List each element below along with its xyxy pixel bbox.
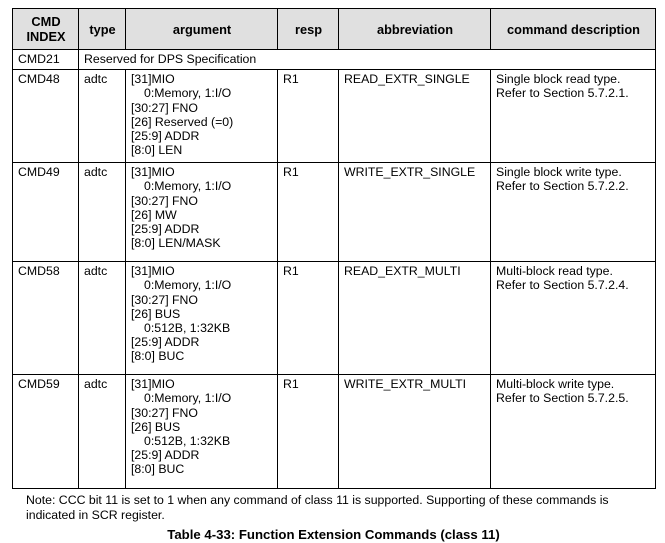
cell-command-description: Multi-block read type. Refer to Section 5… <box>490 261 656 376</box>
document-page: CMD INDEX type argument resp abbreviatio… <box>0 0 665 542</box>
argument-line: [8:0] BUC <box>131 462 185 477</box>
cell-type: adtc <box>78 261 126 376</box>
description-line: Single block write type. <box>496 165 622 180</box>
argument-line: [26] Reserved (=0) <box>131 114 234 129</box>
cell-resp: R1 <box>277 374 339 490</box>
cell-abbreviation: WRITE_EXTR_SINGLE <box>338 162 491 263</box>
argument-line: [26] BUS <box>131 419 181 434</box>
argument-line: [31]MIO <box>131 377 175 392</box>
cell-abbreviation: WRITE_EXTR_MULTI <box>338 374 491 490</box>
argument-line: [25:9] ADDR <box>131 335 200 350</box>
argument-line: [30:27] FNO <box>131 405 198 420</box>
description-line: Multi-block write type. <box>496 377 615 392</box>
cell-type: adtc <box>78 374 126 490</box>
table-header: CMD INDEX type argument resp abbreviatio… <box>12 8 656 50</box>
argument-line: [8:0] LEN/MASK <box>131 236 221 251</box>
description-line-list: Single block write type. Refer to Section… <box>496 165 651 193</box>
description-line: Multi-block read type. <box>496 264 613 279</box>
description-line: Refer to Section 5.7.2.2. <box>496 179 629 194</box>
argument-line: [25:9] ADDR <box>131 448 200 463</box>
cell-command-description: Multi-block write type. Refer to Section … <box>490 374 656 490</box>
argument-line: [26] MW <box>131 207 177 222</box>
column-header-abbreviation: abbreviation <box>338 8 491 50</box>
cell-resp: R1 <box>277 69 339 164</box>
description-line: Refer to Section 5.7.2.1. <box>496 86 629 101</box>
argument-line: [25:9] ADDR <box>131 222 200 237</box>
argument-line: 0:512B, 1:32KB <box>144 321 231 336</box>
cell-cmd-index: CMD49 <box>12 162 79 263</box>
column-header-cmd-index-line1: CMD <box>31 14 61 29</box>
table-row: CMD21 Reserved for DPS Specification <box>12 48 656 71</box>
cell-argument: [31]MIO 0:Memory, 1:I/O [30:27] FNO [26] MW… <box>125 162 278 263</box>
column-header-resp: resp <box>277 8 339 50</box>
argument-line: [8:0] LEN <box>131 143 183 158</box>
argument-line: [30:27] FNO <box>131 292 198 307</box>
argument-line: [30:27] FNO <box>131 100 198 115</box>
cell-resp: R1 <box>277 261 339 376</box>
cell-cmd-index: CMD59 <box>12 374 79 490</box>
function-extension-commands-table: CMD INDEX type argument resp abbreviatio… <box>12 8 656 490</box>
argument-line: 0:Memory, 1:I/O <box>144 86 232 101</box>
argument-line: 0:512B, 1:32KB <box>144 434 231 449</box>
table-note: Note: CCC bit 11 is set to 1 when any co… <box>26 493 609 522</box>
column-header-command-description: command description <box>490 8 656 50</box>
description-line-list: Multi-block write type. Refer to Section … <box>496 377 651 405</box>
argument-line: [31]MIO <box>131 264 175 279</box>
argument-line: 0:Memory, 1:I/O <box>144 179 232 194</box>
cell-cmd-index: CMD58 <box>12 261 79 376</box>
argument-line-list: [31]MIO 0:Memory, 1:I/O [30:27] FNO [26] BU… <box>131 264 273 363</box>
table-row: CMD59 adtc [31]MIO 0:Memory, 1:I/O [30:27] F… <box>12 374 656 490</box>
cell-type: adtc <box>78 69 126 164</box>
description-line-list: Multi-block read type. Refer to Section 5… <box>496 264 651 292</box>
argument-line: 0:Memory, 1:I/O <box>144 278 232 293</box>
cell-abbreviation: READ_EXTR_SINGLE <box>338 69 491 164</box>
table-header-row: CMD INDEX type argument resp abbreviatio… <box>12 8 656 50</box>
description-line: Refer to Section 5.7.2.4. <box>496 278 629 293</box>
column-header-argument: argument <box>125 8 278 50</box>
column-header-type: type <box>78 8 126 50</box>
table-caption: Table 4-33: Function Extension Commands … <box>167 527 500 543</box>
cell-argument: [31]MIO 0:Memory, 1:I/O [30:27] FNO [26] Re… <box>125 69 278 164</box>
argument-line-list: [31]MIO 0:Memory, 1:I/O [30:27] FNO [26] MW… <box>131 165 273 250</box>
description-line-list: Single block read type. Refer to Section … <box>496 72 651 100</box>
argument-line: [26] BUS <box>131 306 181 321</box>
table-body: CMD21 Reserved for DPS Specification CMD48… <box>12 48 656 490</box>
description-line: Single block read type. <box>496 72 621 87</box>
argument-line: 0:Memory, 1:I/O <box>144 391 232 406</box>
argument-line-list: [31]MIO 0:Memory, 1:I/O [30:27] FNO [26] BU… <box>131 377 273 476</box>
argument-line: [31]MIO <box>131 165 175 180</box>
cell-cmd-index: CMD21 <box>12 48 79 71</box>
cell-argument: [31]MIO 0:Memory, 1:I/O [30:27] FNO [26] BU… <box>125 261 278 376</box>
table-row: CMD58 adtc [31]MIO 0:Memory, 1:I/O [30:27] F… <box>12 261 656 376</box>
column-header-cmd-index: CMD INDEX <box>12 8 79 50</box>
table-row: CMD48 adtc [31]MIO 0:Memory, 1:I/O [30:27] F… <box>12 69 656 164</box>
cell-reserved-note: Reserved for DPS Specification <box>78 48 656 71</box>
cell-resp: R1 <box>277 162 339 263</box>
argument-line: [25:9] ADDR <box>131 129 200 144</box>
cell-command-description: Single block write type. Refer to Section… <box>490 162 656 263</box>
argument-line: [8:0] BUC <box>131 349 185 364</box>
cell-argument: [31]MIO 0:Memory, 1:I/O [30:27] FNO [26] BU… <box>125 374 278 490</box>
argument-line: [31]MIO <box>131 72 175 87</box>
argument-line-list: [31]MIO 0:Memory, 1:I/O [30:27] FNO [26] Re… <box>131 72 273 157</box>
column-header-cmd-index-line2: INDEX <box>26 29 66 44</box>
cell-command-description: Single block read type. Refer to Section … <box>490 69 656 164</box>
cell-cmd-index: CMD48 <box>12 69 79 164</box>
description-line: Refer to Section 5.7.2.5. <box>496 391 629 406</box>
table-row: CMD49 adtc [31]MIO 0:Memory, 1:I/O [30:27] F… <box>12 162 656 263</box>
cell-type: adtc <box>78 162 126 263</box>
argument-line: [30:27] FNO <box>131 193 198 208</box>
cell-abbreviation: READ_EXTR_MULTI <box>338 261 491 376</box>
